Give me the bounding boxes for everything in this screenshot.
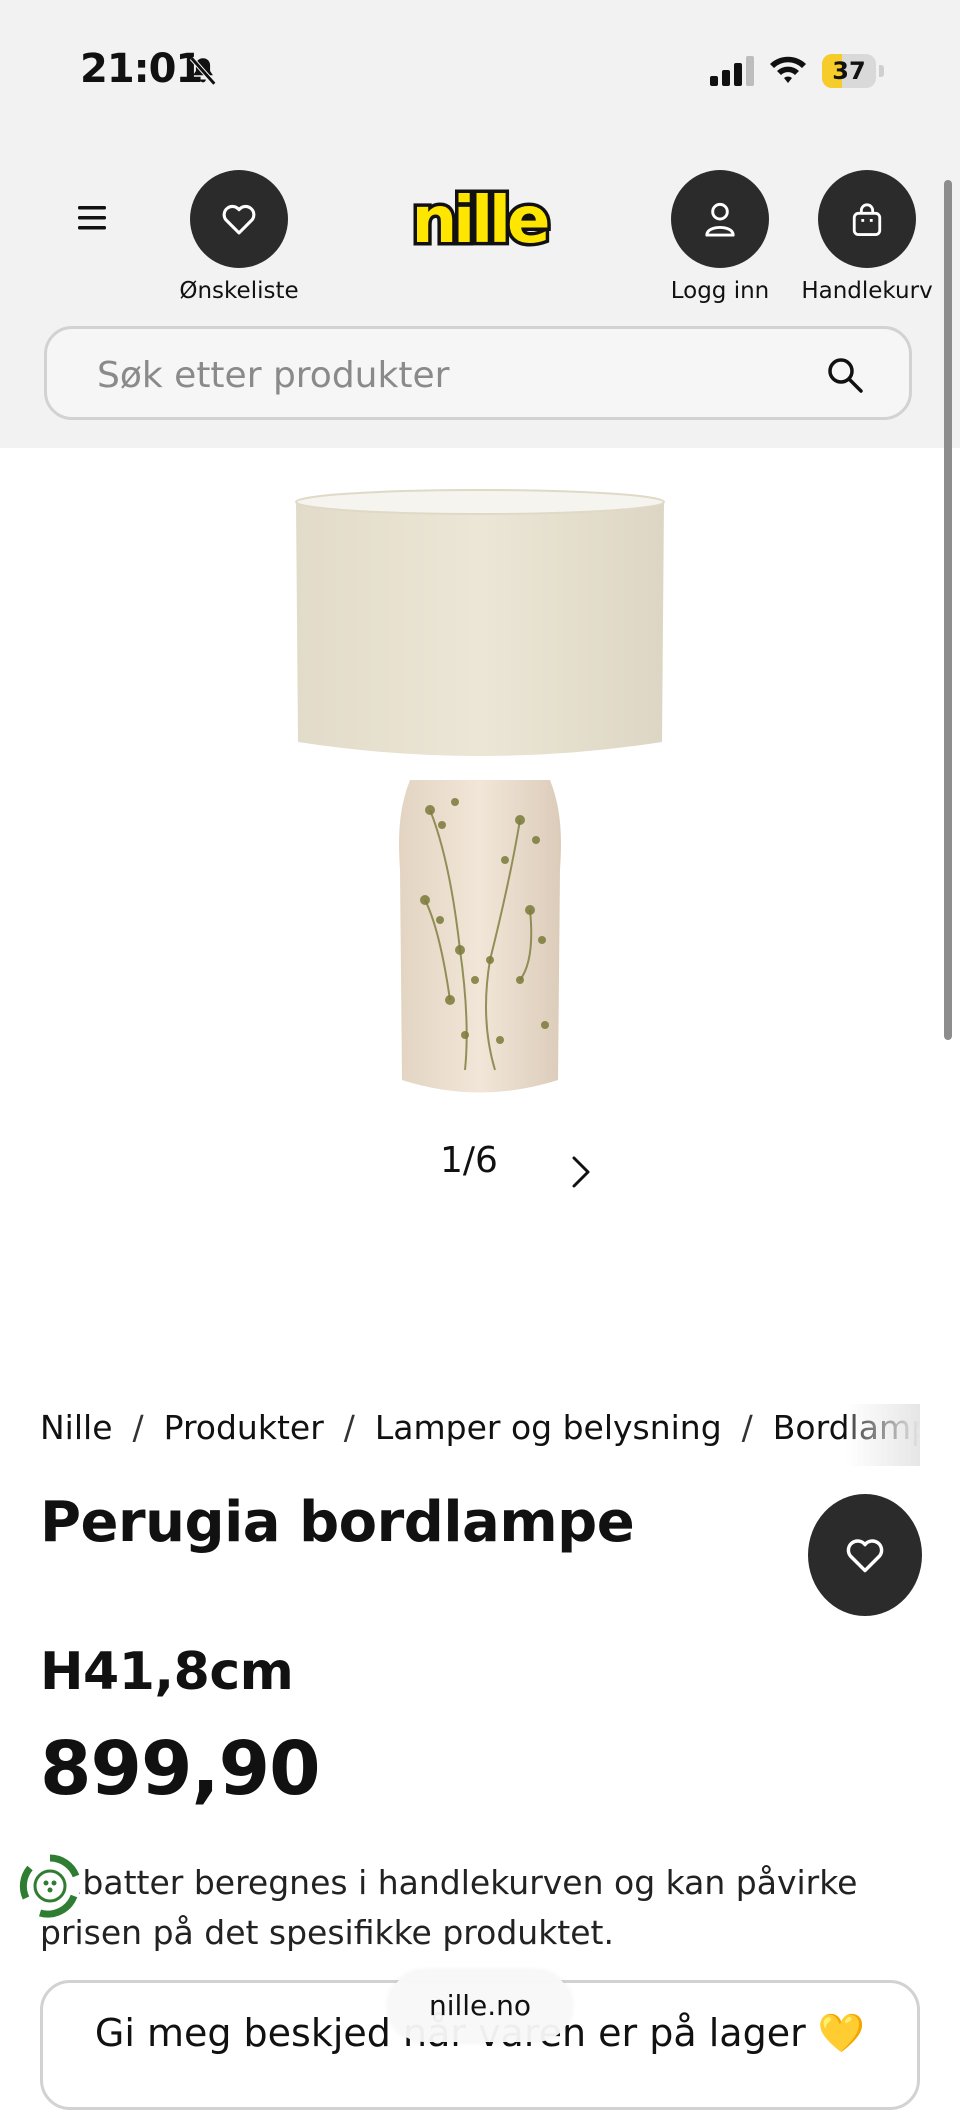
- search-bar: [44, 326, 912, 420]
- search-icon[interactable]: [825, 355, 865, 395]
- gallery-counter: 1/6: [440, 1140, 498, 1181]
- breadcrumb-fade: [846, 1404, 920, 1466]
- login-label: Logg inn: [670, 278, 770, 304]
- battery-percent: 37: [832, 57, 866, 85]
- login-circle: [671, 170, 769, 268]
- nille-logo[interactable]: nille: [404, 176, 554, 266]
- shopping-bag-icon: [852, 203, 882, 236]
- wishlist-button[interactable]: Ønskeliste: [164, 170, 314, 304]
- cellular-signal-icon: [710, 56, 754, 86]
- breadcrumb-separator: /: [343, 1408, 355, 1447]
- cart-button[interactable]: Handlekurv: [792, 170, 942, 304]
- breadcrumb-item-lamper[interactable]: Lamper og belysning: [375, 1408, 722, 1447]
- product-title: Perugia bordlampe: [40, 1490, 635, 1555]
- breadcrumb: Nille/Produkter/Lamper og belysning/Bord…: [40, 1408, 920, 1458]
- battery-indicator: 37: [822, 54, 884, 88]
- chevron-right-icon[interactable]: [566, 1152, 596, 1192]
- browser-url-bar[interactable]: nille.no: [388, 1970, 572, 2042]
- wishlist-circle: [190, 170, 288, 268]
- svg-text:nille: nille: [412, 184, 548, 258]
- breadcrumb-separator: /: [741, 1408, 753, 1447]
- heart-icon: [846, 1539, 884, 1573]
- user-icon: [705, 202, 735, 237]
- hamburger-menu-icon[interactable]: [70, 196, 114, 240]
- add-to-wishlist-button[interactable]: [808, 1494, 922, 1616]
- silent-bell-icon: [189, 56, 217, 86]
- discount-note: Rabatter beregnes i handlekurven og kan …: [40, 1863, 858, 1952]
- breadcrumb-item-produkter[interactable]: Produkter: [164, 1408, 324, 1447]
- search-input[interactable]: [95, 349, 799, 401]
- cart-circle: [818, 170, 916, 268]
- page-scrollbar[interactable]: [944, 180, 952, 1040]
- top-header-area: 21:01 37 Ønskeliste nille Logg inn Handl…: [0, 0, 960, 448]
- heart-icon: [222, 204, 256, 235]
- wishlist-label: Ønskeliste: [179, 278, 299, 304]
- product-height: H41,8cm: [40, 1642, 294, 1702]
- status-time: 21:01: [80, 46, 203, 92]
- wifi-icon: [770, 56, 806, 83]
- product-image[interactable]: [290, 480, 670, 1100]
- product-price: 899,90: [40, 1726, 321, 1812]
- cart-label: Handlekurv: [801, 278, 933, 304]
- breadcrumb-item-nille[interactable]: Nille: [40, 1408, 113, 1447]
- breadcrumb-separator: /: [132, 1408, 144, 1447]
- login-button[interactable]: Logg inn: [645, 170, 795, 304]
- recycle-badge-icon[interactable]: [16, 1852, 84, 1920]
